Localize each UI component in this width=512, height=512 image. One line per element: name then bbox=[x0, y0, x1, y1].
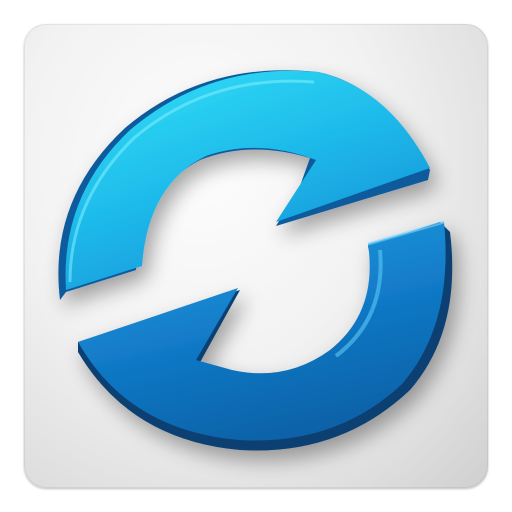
sync-arrows-icon bbox=[58, 70, 453, 451]
app-icon bbox=[0, 0, 512, 512]
